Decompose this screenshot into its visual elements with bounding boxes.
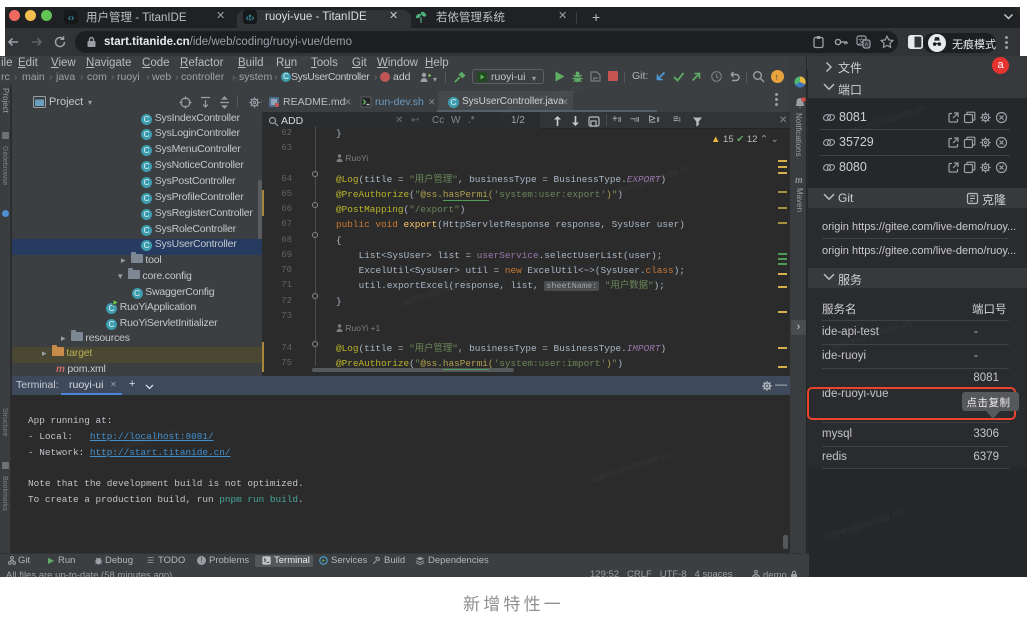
svg-text:A: A [864,43,868,49]
svg-text:‹t›: ‹t› [246,13,255,23]
svg-text:‹›: ‹› [68,13,74,24]
